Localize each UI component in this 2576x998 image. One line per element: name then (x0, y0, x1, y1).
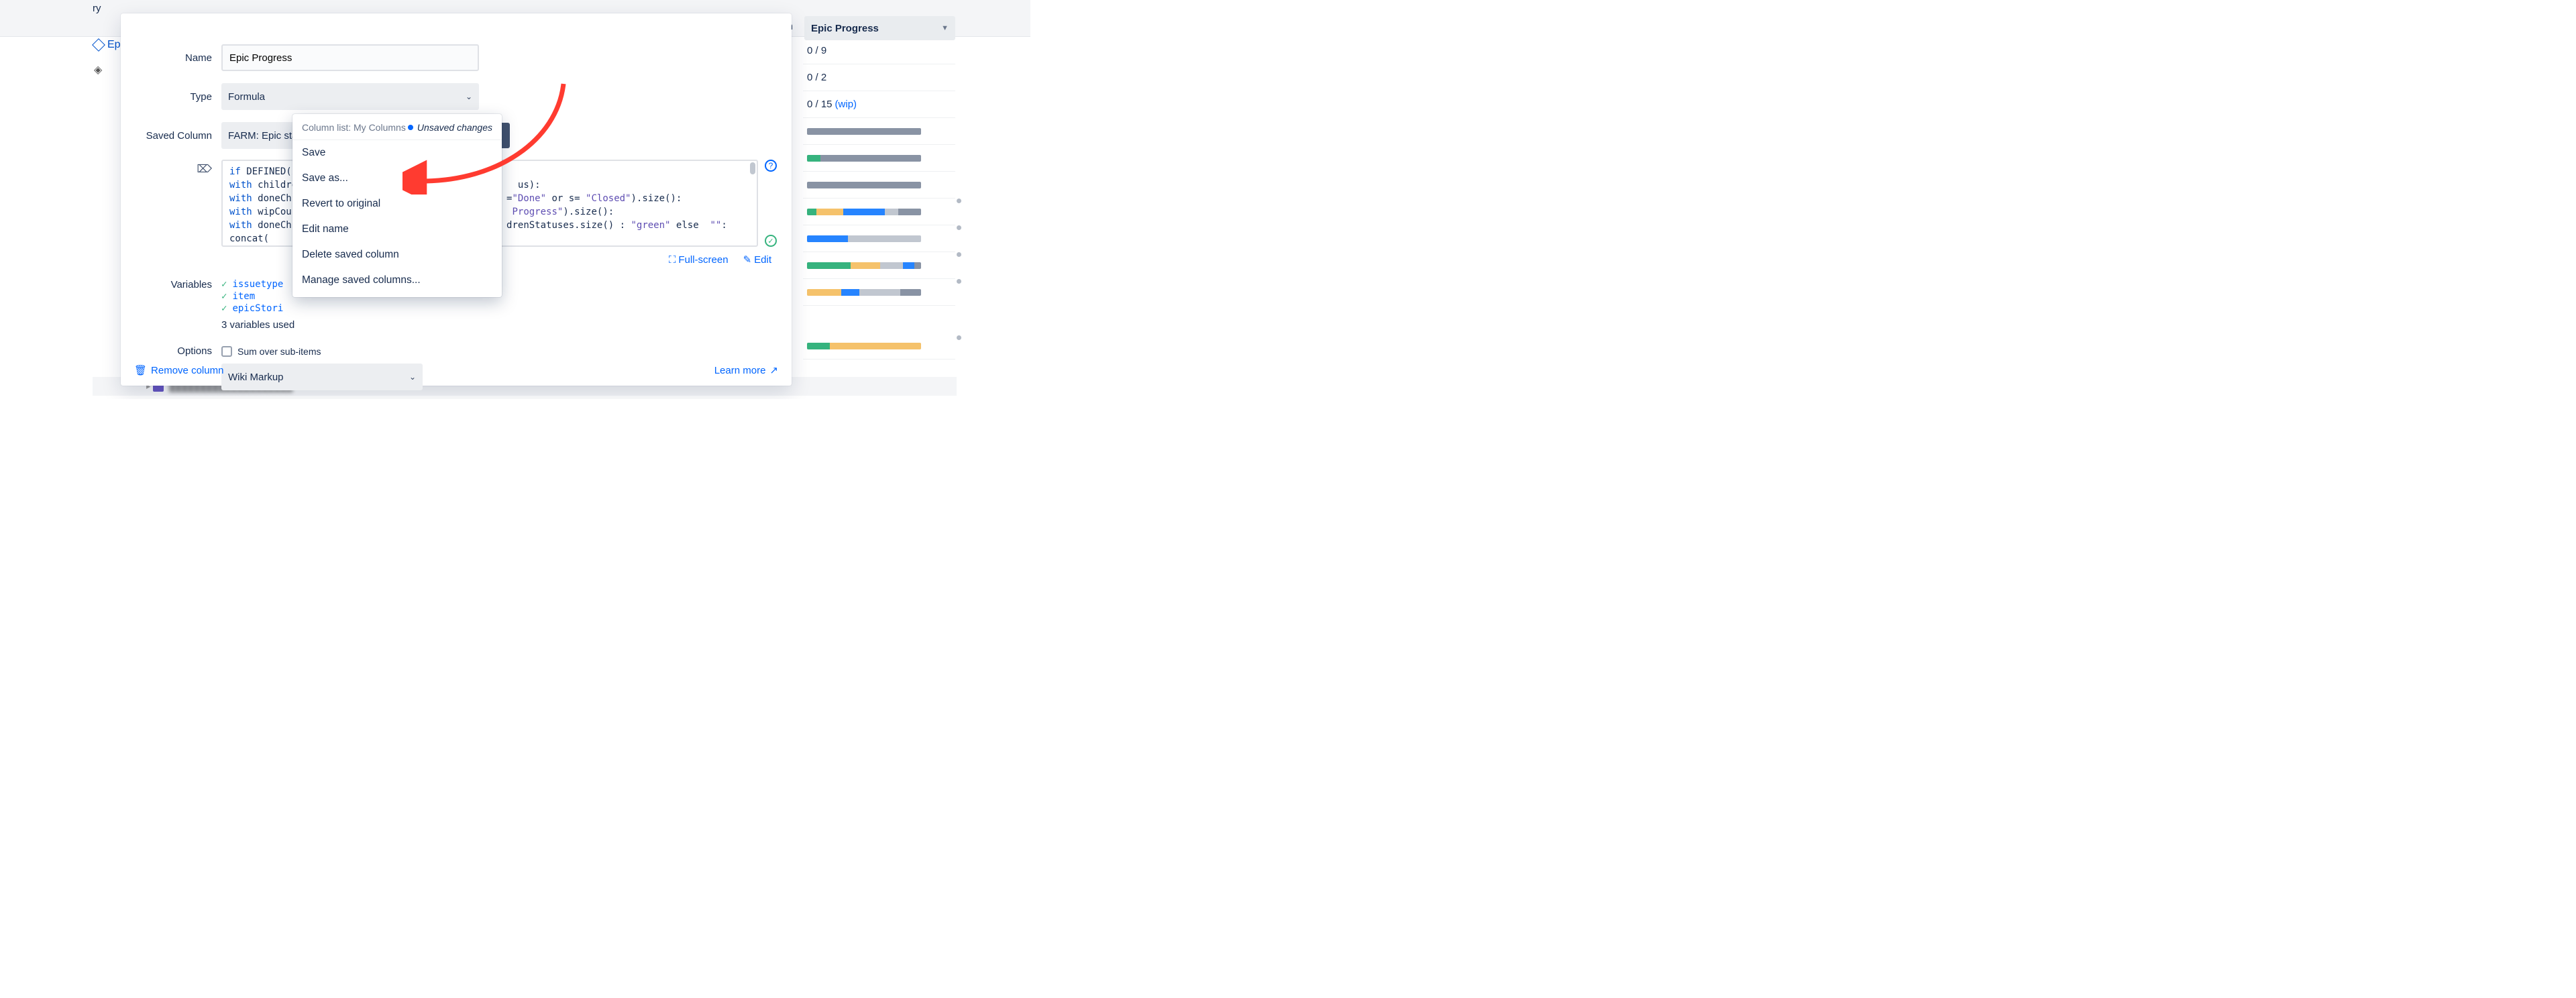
label-saved-column: Saved Column (121, 130, 221, 142)
bar-segment (900, 289, 921, 296)
chevron-down-icon: ⌄ (466, 92, 472, 101)
name-input[interactable] (221, 44, 479, 71)
label-name: Name (121, 52, 221, 64)
progress-bar (807, 128, 921, 135)
progress-cell (803, 225, 955, 252)
sum-label: Sum over sub-items (237, 346, 321, 357)
progress-bar (807, 343, 921, 349)
label-options: Options (121, 345, 221, 357)
trash-icon: 🗑 (134, 364, 147, 376)
progress-cell (803, 145, 955, 172)
progress-cell: 0 / 2 (803, 64, 955, 91)
bar-segment (807, 155, 820, 162)
progress-cell (803, 252, 955, 279)
variables-hint: 3 variables used (221, 319, 294, 331)
progress-cell (803, 172, 955, 199)
check-icon: ✓ (221, 291, 227, 302)
edit-link[interactable]: ✎ Edit (743, 254, 771, 266)
fullscreen-link[interactable]: ⛶ Full-screen (669, 254, 729, 266)
bar-segment (807, 128, 921, 135)
bar-segment (807, 182, 921, 188)
check-icon: ✓ (221, 303, 227, 314)
external-icon: ↗ (769, 364, 778, 376)
menu-header: Column list: My Columns (302, 122, 406, 133)
menu-item[interactable]: Save as... (292, 166, 502, 191)
bar-segment (843, 209, 884, 215)
progress-bar (807, 262, 921, 269)
bar-segment (880, 262, 903, 269)
dot-icon (408, 125, 413, 130)
bar-segment (859, 289, 900, 296)
column-header-label: Epic Progress (811, 23, 879, 34)
bar-segment (807, 343, 830, 349)
progress-bar (807, 182, 921, 188)
epic-icon (92, 38, 105, 52)
help-icon[interactable]: ? (765, 160, 777, 172)
progress-bar (807, 155, 921, 162)
menu-item[interactable]: Edit name (292, 217, 502, 242)
bar-segment (807, 289, 841, 296)
chevron-down-icon: ▼ (941, 24, 949, 32)
bar-segment (807, 209, 816, 215)
unsaved-indicator: Unsaved changes (408, 122, 492, 133)
progress-bar (807, 209, 921, 215)
menu-item[interactable]: Save (292, 140, 502, 166)
progress-cell (803, 333, 955, 359)
column-header-epic-progress[interactable]: Epic Progress ▼ (804, 16, 955, 40)
variable-name[interactable]: item (232, 291, 255, 302)
avatar (957, 279, 961, 284)
check-icon: ✓ (221, 279, 227, 290)
progress-bar (807, 289, 921, 296)
progress-bar (807, 235, 921, 242)
sum-checkbox[interactable] (221, 346, 232, 357)
bar-segment (816, 209, 844, 215)
progress-cell (803, 118, 955, 145)
saved-column-menu: Column list: My Columns Unsaved changes … (292, 114, 502, 297)
menu-item[interactable]: Delete saved column (292, 242, 502, 268)
bar-segment (807, 235, 848, 242)
menu-item[interactable]: Manage saved columns... (292, 268, 502, 293)
bar-segment (851, 262, 880, 269)
bar-segment (830, 343, 921, 349)
truncated-text: ry (93, 3, 101, 14)
label-type: Type (121, 91, 221, 103)
variable-name[interactable]: epicStori (232, 303, 283, 314)
menu-item[interactable]: Revert to original (292, 191, 502, 217)
progress-cell: 0 / 9 (803, 38, 955, 64)
label-variables: Variables (121, 279, 221, 331)
bar-segment (807, 262, 851, 269)
wip-link[interactable]: (wip) (835, 99, 857, 110)
bug-icon[interactable]: ⌦ (197, 164, 212, 175)
tree-fragment: Epi ◈ (94, 39, 123, 76)
remove-column-link[interactable]: 🗑 Remove column (134, 364, 223, 376)
scrollbar-thumb[interactable] (750, 162, 755, 174)
progress-cell (803, 199, 955, 225)
bar-segment (841, 289, 859, 296)
progress-cell: 0 / 15 (wip) (803, 91, 955, 118)
variable-row: ✓ issuetype (221, 279, 294, 290)
type-select[interactable]: Formula ⌄ (221, 83, 479, 110)
epic-progress-column: 0 / 9 0 / 2 0 / 15 (wip) (803, 38, 955, 359)
bar-segment (898, 209, 921, 215)
bar-segment (903, 262, 914, 269)
variable-name[interactable]: issuetype (232, 279, 283, 290)
bar-segment (885, 209, 898, 215)
avatar (957, 335, 961, 340)
bar-segment (914, 262, 921, 269)
learn-more-link[interactable]: Learn more↗ (714, 364, 778, 376)
avatar (957, 252, 961, 257)
valid-icon: ✓ (765, 235, 777, 247)
variable-row: ✓ epicStori (221, 303, 294, 314)
avatar (957, 225, 961, 230)
bar-segment (820, 155, 921, 162)
variable-row: ✓ item (221, 291, 294, 302)
bar-segment (848, 235, 921, 242)
progress-cell (803, 279, 955, 306)
avatar (957, 199, 961, 203)
